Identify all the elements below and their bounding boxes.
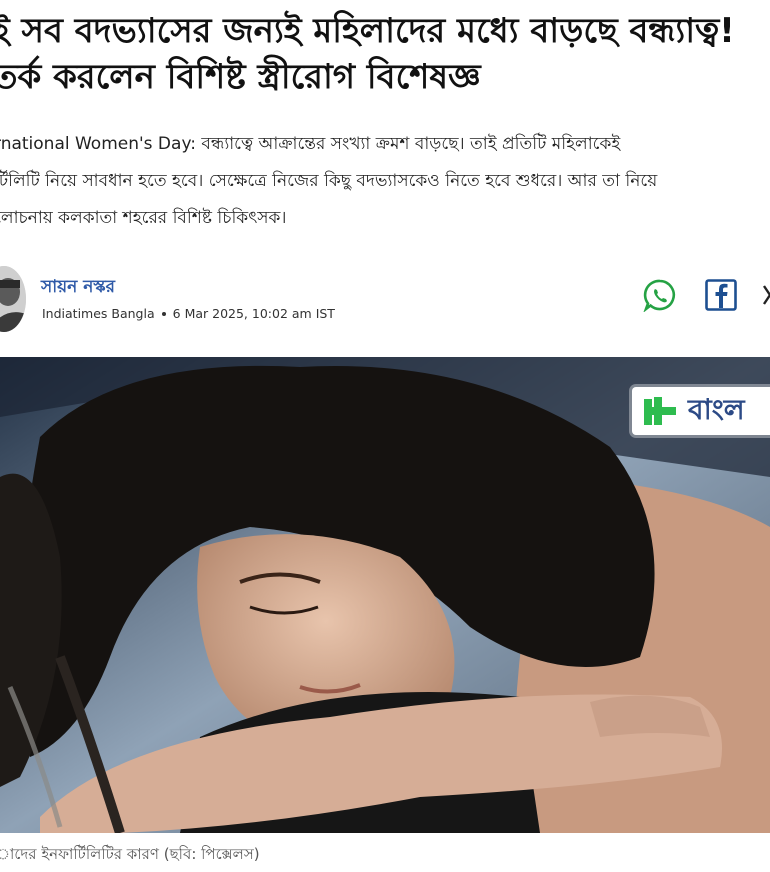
publish-timestamp: 6 Mar 2025, 10:02 am IST xyxy=(172,306,335,321)
whatsapp-icon xyxy=(643,279,676,313)
separator-dot xyxy=(161,311,166,316)
x-icon xyxy=(763,285,770,305)
whatsapp-share-button[interactable] xyxy=(643,278,677,313)
facebook-icon xyxy=(705,279,737,311)
byline-meta: Indiatimes Bangla 6 Mar 2025, 10:02 am I… xyxy=(42,306,335,321)
article-headline: ই সব বদভ্যাসের জন্যই মহিলাদের মধ্যে বাড়… xyxy=(0,8,770,100)
x-share-button[interactable] xyxy=(760,278,770,312)
author-link[interactable]: সায়ন নস্কর xyxy=(41,274,115,302)
summary-line-1: rnational Women's Day: বন্ধ্যাত্বে আক্রা… xyxy=(0,134,621,154)
author-avatar[interactable] xyxy=(0,266,26,332)
headline-line-2: তর্ক করলেন বিশিষ্ট স্ত্রীরোগ বিশেষজ্ঞ xyxy=(0,57,481,97)
hero-image: বাংল xyxy=(0,357,770,833)
headline-line-1: ই সব বদভ্যাসের জন্যই মহিলাদের মধ্যে বাড়… xyxy=(0,11,735,51)
channel-watermark-badge: বাংল xyxy=(632,387,770,435)
summary-line-3: লোচনায় কলকাতা শহরের বিশিষ্ট চিকিৎসক। xyxy=(0,208,287,228)
channel-logo-icon xyxy=(644,397,676,425)
article-summary: rnational Women's Day: বন্ধ্যাত্বে আক্রা… xyxy=(0,126,770,237)
facebook-share-button[interactable] xyxy=(704,278,738,312)
summary-line-2: র্টিলিটি নিয়ে সাবধান হতে হবে। সেক্ষেত্র… xyxy=(0,171,658,191)
image-caption: াদের ইনফার্টিলিটির কারণ (ছবি: পিক্সেলস) xyxy=(0,845,260,863)
badge-text: বাংল xyxy=(688,392,745,426)
avatar-photo xyxy=(0,266,26,332)
publication-name: Indiatimes Bangla xyxy=(42,306,155,321)
